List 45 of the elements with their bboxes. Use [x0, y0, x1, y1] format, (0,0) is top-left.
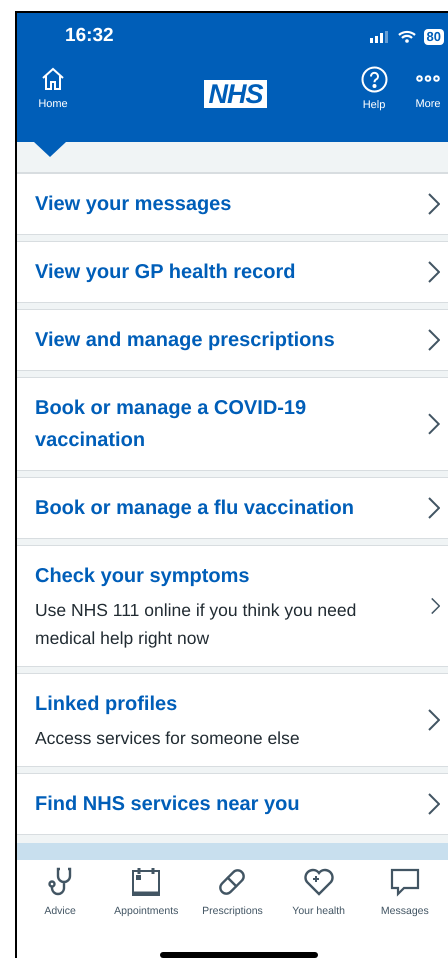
help-nav-button[interactable]: Help — [358, 66, 390, 114]
menu-item[interactable]: View your messages — [17, 173, 448, 236]
chevron-icon — [428, 497, 440, 520]
menu-item-title: Book or manage a COVID-19 vaccination — [35, 396, 308, 454]
tab-bar-item[interactable]: Prescriptions — [189, 866, 276, 920]
tab-bar-item[interactable]: Advice — [17, 866, 104, 920]
menu-item-description: Access services for someone else — [35, 727, 301, 750]
help-icon — [360, 66, 388, 93]
tab-bar-item[interactable]: Messages — [362, 866, 448, 920]
menu-item[interactable]: Book or manage a COVID-19 vaccination — [17, 377, 448, 472]
status-time: 16:32 — [65, 24, 114, 48]
menu-item[interactable]: Book or manage a flu vaccination — [17, 477, 448, 540]
menu-item[interactable]: Linked profiles Access services for someone else — [17, 673, 448, 768]
more-nav-button[interactable]: More — [412, 66, 444, 112]
chevron-icon — [428, 193, 440, 216]
menu-item[interactable]: View and manage prescriptions — [17, 309, 448, 372]
signal-icon — [370, 30, 390, 42]
chevron-icon — [428, 413, 440, 436]
tab-bar-item[interactable]: Appointments — [103, 866, 190, 920]
chevron-icon — [428, 793, 440, 816]
menu-item-description: Use NHS 111 online if you think you need medical help right now — [35, 599, 358, 650]
home-nav-button[interactable]: Home — [37, 66, 69, 112]
menu-item-title: Find NHS services near you — [35, 792, 301, 818]
menu-item[interactable]: View your GP health record — [17, 241, 448, 304]
menu-item-title: Book or manage a flu vaccination — [35, 496, 355, 522]
menu-item-title: View your GP health record — [35, 260, 296, 286]
calendar-icon — [131, 867, 162, 898]
chevron-icon — [428, 261, 440, 284]
tab-bar-item[interactable]: Your health — [276, 866, 362, 920]
nhs-logo: NHS — [204, 80, 266, 108]
menu-item-title: Check your symptoms — [35, 564, 251, 590]
more-icon — [416, 75, 440, 82]
chevron-icon — [428, 709, 440, 732]
menu-item[interactable]: Check your symptoms Use NHS 111 online if you think you need medical help right now — [17, 545, 448, 668]
battery-level: 80 — [424, 28, 444, 44]
wifi-icon — [398, 30, 416, 43]
menu-item-title: View and manage prescriptions — [35, 328, 336, 354]
stethoscope-icon — [47, 867, 74, 898]
chevron-icon — [428, 329, 440, 352]
home-icon — [40, 66, 66, 92]
menu-item-title: View your messages — [35, 192, 232, 218]
heart-icon — [304, 868, 334, 896]
menu-item[interactable]: Find NHS services near you — [17, 773, 448, 836]
menu-item-title: Linked profiles — [35, 692, 178, 718]
speech-bubble-icon — [390, 867, 420, 898]
